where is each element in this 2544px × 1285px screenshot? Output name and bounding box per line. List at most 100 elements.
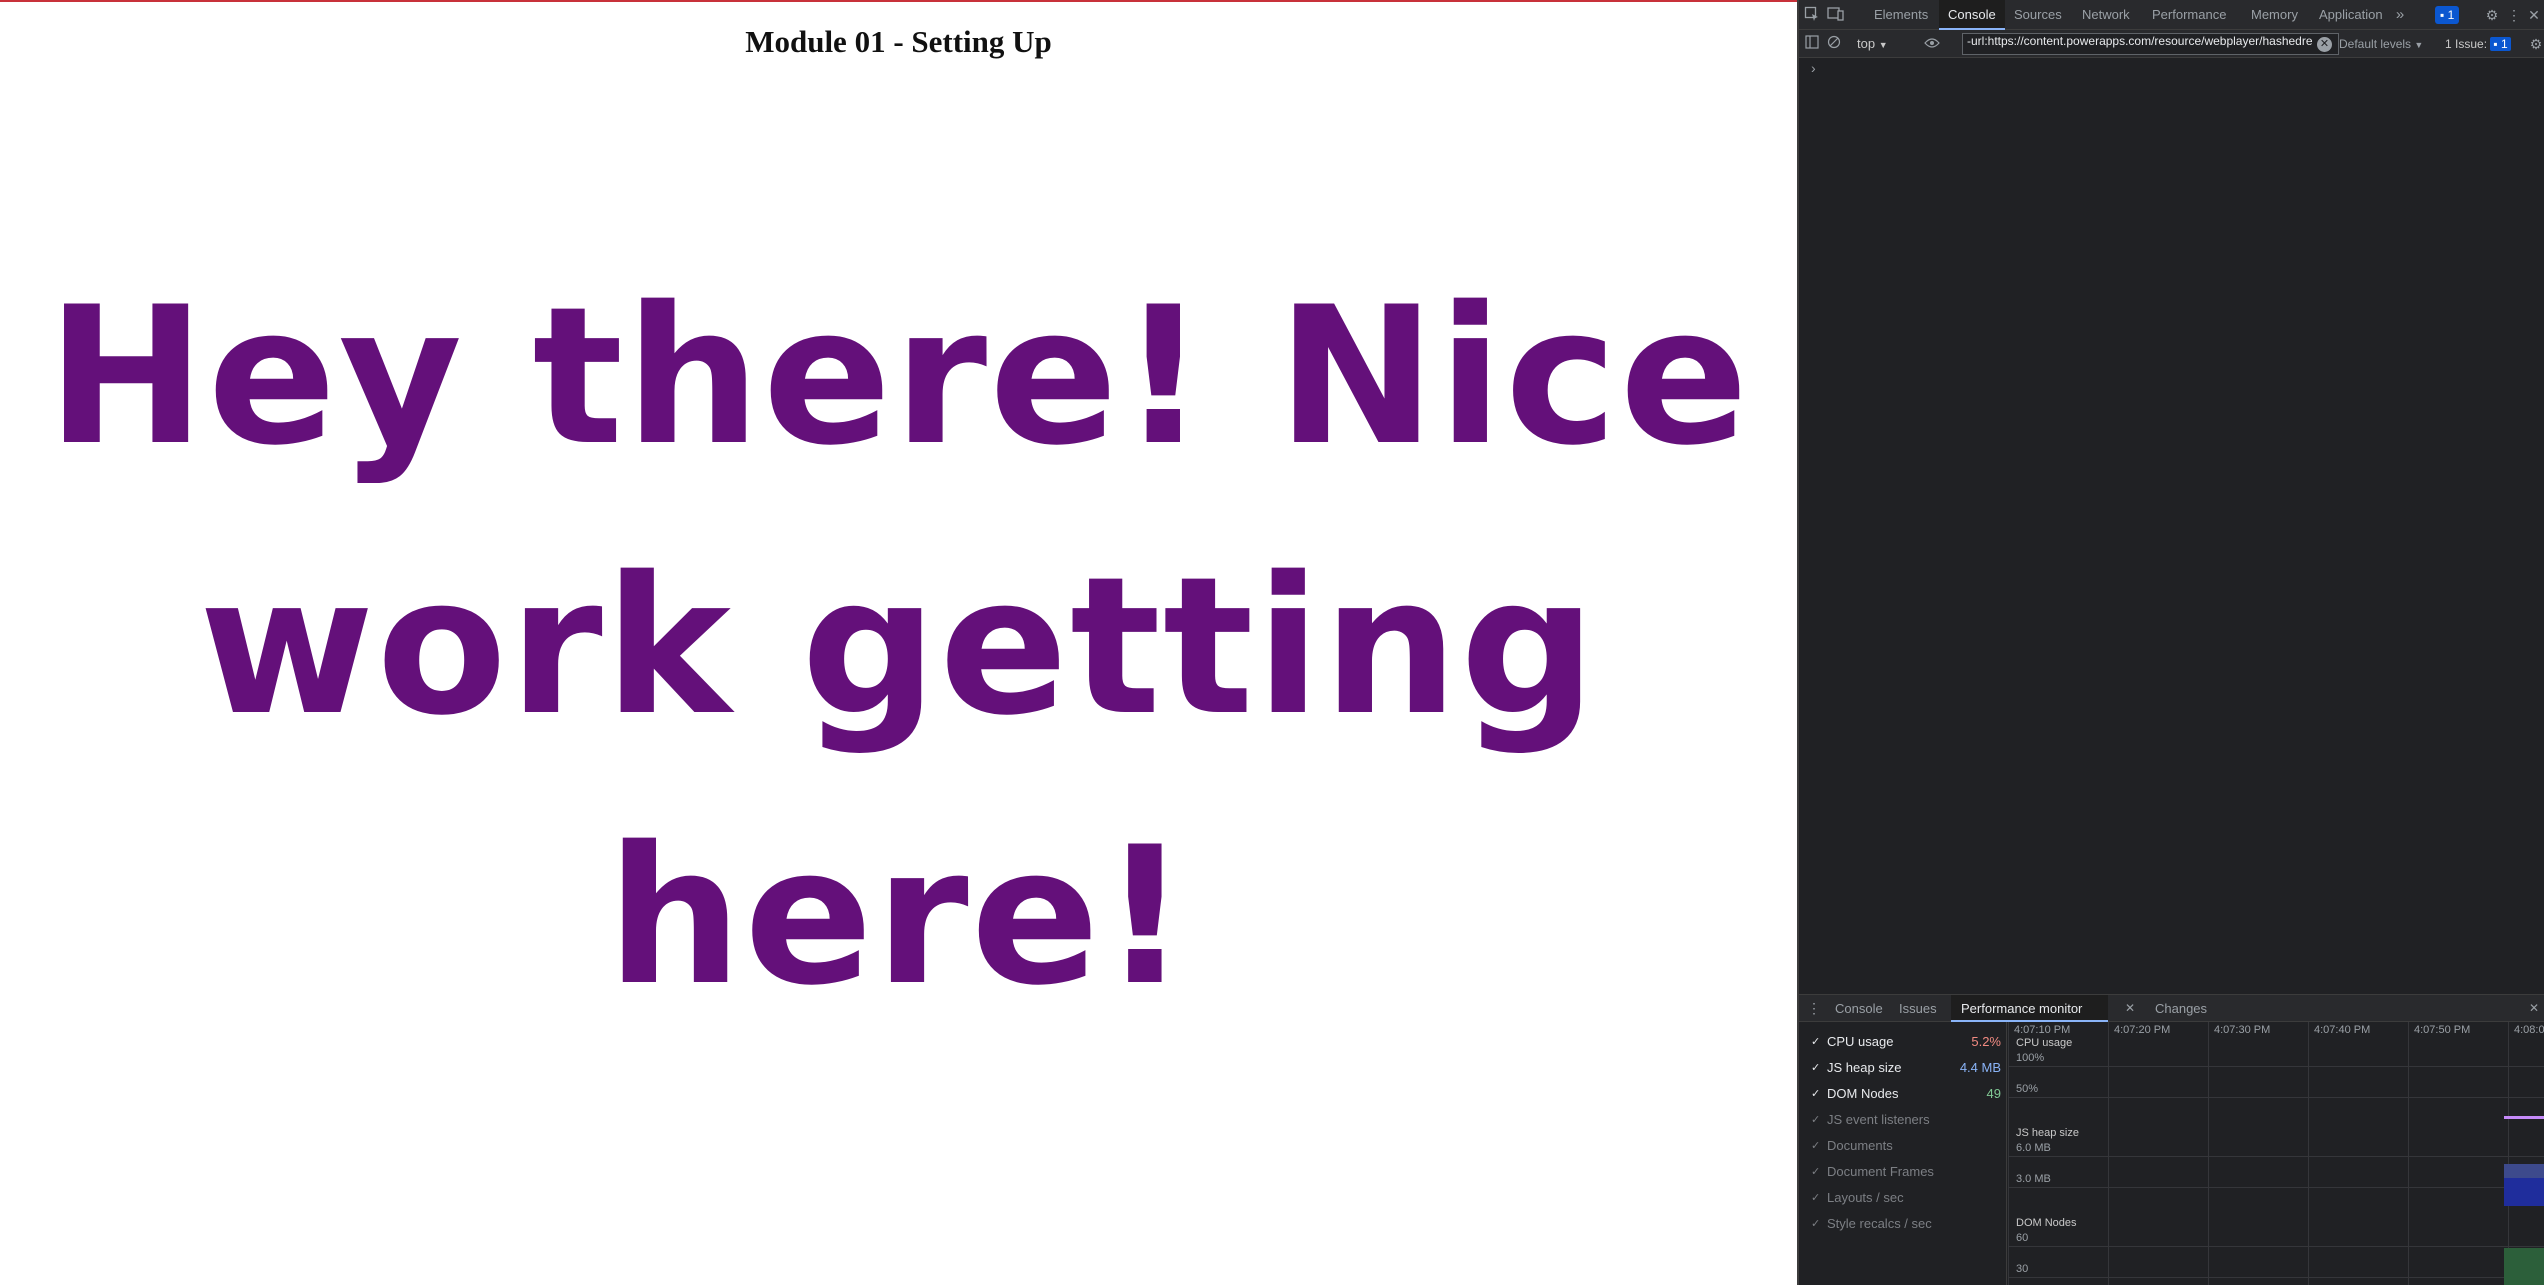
checkmark-icon: ✓	[1811, 1192, 1821, 1204]
metric-layouts-per-sec[interactable]: ✓ Layouts / sec	[1811, 1186, 2001, 1210]
close-icon[interactable]: ✕	[2525, 6, 2543, 24]
checkmark-icon: ✓	[1811, 1062, 1821, 1074]
metric-label: CPU usage	[1827, 1034, 1894, 1049]
tab-elements[interactable]: Elements	[1865, 0, 1937, 30]
close-tab-icon[interactable]: ✕	[2121, 999, 2139, 1017]
issues-counter-badge: ▪ 1	[2490, 37, 2511, 51]
close-drawer-icon[interactable]: ✕	[2525, 999, 2543, 1017]
sidebar-toggle-icon[interactable]	[1803, 35, 1821, 53]
drawer-tab-performance-monitor-label: Performance monitor	[1961, 1001, 2083, 1016]
drawer-tab-bar: ⋮ Console Issues Performance monitor ✕ C…	[1799, 994, 2544, 1022]
log-levels-dropdown[interactable]: Default levels ▼	[2339, 34, 2423, 54]
metric-label: Documents	[1827, 1138, 1893, 1153]
clear-filter-icon[interactable]: ✕	[2317, 37, 2332, 52]
metric-label: Style recalcs / sec	[1827, 1216, 1932, 1231]
device-toolbar-icon[interactable]	[1827, 6, 1845, 24]
drawer-tab-console[interactable]: Console	[1825, 995, 1893, 1022]
chevron-down-icon: ▼	[2414, 40, 2424, 50]
metric-cpu-usage[interactable]: ✓ CPU usage 5.2%	[1811, 1030, 2001, 1054]
inspect-element-icon[interactable]	[1803, 6, 1821, 24]
cpu-tick-label: 50%	[2016, 1083, 2039, 1095]
heap-graph-label: JS heap size	[2016, 1127, 2079, 1139]
grid-line	[2008, 1277, 2544, 1278]
web-page: Module 01 - Setting Up Hey there! Nice w…	[0, 0, 1797, 1285]
metric-js-event-listeners[interactable]: ✓ JS event listeners	[1811, 1108, 2001, 1132]
console-prompt[interactable]: ›	[1811, 60, 1816, 76]
heap-tick-label: 3.0 MB	[2016, 1173, 2051, 1185]
console-settings-gear-icon[interactable]: ⚙	[2527, 35, 2544, 53]
heap-graph-area-used	[2504, 1178, 2544, 1206]
checkmark-icon: ✓	[1811, 1036, 1821, 1048]
grid-line	[2008, 1246, 2544, 1247]
devtools-tab-bar: Elements Console Sources Network Perform…	[1799, 0, 2544, 30]
metrics-graphs: 4:07:10 PM 4:07:20 PM 4:07:30 PM 4:07:40…	[2008, 1022, 2544, 1285]
page-title: Module 01 - Setting Up	[745, 24, 1052, 59]
metrics-list: ✓ CPU usage 5.2% ✓ JS heap size 4.4 MB ✓…	[1799, 1022, 2007, 1285]
dom-tick-label: 60	[2016, 1232, 2029, 1244]
metric-style-recalcs-per-sec[interactable]: ✓ Style recalcs / sec	[1811, 1212, 2001, 1236]
metric-document-frames[interactable]: ✓ Document Frames	[1811, 1160, 2001, 1184]
grid-line	[2008, 1156, 2544, 1157]
checkmark-icon: ✓	[1811, 1088, 1821, 1100]
time-label: 4:07:20 PM	[2114, 1024, 2171, 1036]
chevron-down-icon: ▼	[1878, 40, 1888, 50]
console-filter-input[interactable]: -url:https://content.powerapps.com/resou…	[1962, 33, 2339, 55]
metric-dom-nodes[interactable]: ✓ DOM Nodes 49	[1811, 1082, 2001, 1106]
metric-value: 4.4 MB	[1959, 1060, 2001, 1075]
more-vertical-icon[interactable]: ⋮	[2505, 6, 2523, 24]
issues-counter[interactable]: 1 Issue: ▪ 1	[2445, 34, 2511, 54]
tab-performance[interactable]: Performance	[2143, 0, 2235, 30]
tab-application[interactable]: Application	[2310, 0, 2392, 30]
tab-console[interactable]: Console	[1939, 0, 2005, 30]
metric-label: JS heap size	[1827, 1060, 1902, 1075]
checkmark-icon: ✓	[1811, 1114, 1821, 1126]
context-selector[interactable]: top ▼	[1857, 34, 1888, 54]
cpu-graph-line	[2504, 1116, 2544, 1119]
gear-icon[interactable]: ⚙	[2483, 6, 2501, 24]
checkmark-icon: ✓	[1811, 1166, 1821, 1178]
drawer-tab-performance-monitor[interactable]: Performance monitor	[1951, 995, 2109, 1022]
metric-label: JS event listeners	[1827, 1112, 1930, 1127]
time-label: 4:07:30 PM	[2214, 1024, 2271, 1036]
log-levels-value: Default levels	[2339, 37, 2412, 51]
grid-line	[2008, 1066, 2544, 1067]
greeting-text: Hey there! Nice work getting here!	[20, 242, 1777, 1052]
grid-line	[2008, 1097, 2544, 1098]
metric-value: 49	[1986, 1086, 2001, 1101]
devtools-panel: Elements Console Sources Network Perform…	[1797, 0, 2544, 1285]
time-label: 4:08:0	[2514, 1024, 2544, 1036]
tab-memory[interactable]: Memory	[2242, 0, 2307, 30]
metric-value: 5.2%	[1971, 1034, 2001, 1049]
dom-graph-label: DOM Nodes	[2016, 1217, 2077, 1229]
chevron-double-right-icon[interactable]: »	[2391, 6, 2409, 24]
tab-network[interactable]: Network	[2073, 0, 2139, 30]
time-label: 4:07:40 PM	[2314, 1024, 2371, 1036]
greeting-line-1: Hey there! Nice	[46, 266, 1751, 487]
grid-line	[2008, 1187, 2544, 1188]
heap-tick-label: 6.0 MB	[2016, 1142, 2051, 1154]
issues-badge[interactable]: ▪ 1	[2435, 6, 2460, 24]
dom-tick-label: 30	[2016, 1263, 2029, 1275]
cpu-graph-label: CPU usage	[2016, 1037, 2073, 1049]
metric-documents[interactable]: ✓ Documents	[1811, 1134, 2001, 1158]
issues-counter-count: 1	[2500, 37, 2508, 51]
clear-console-icon[interactable]	[1825, 35, 1843, 53]
time-label: 4:07:50 PM	[2414, 1024, 2471, 1036]
tab-sources[interactable]: Sources	[2005, 0, 2071, 30]
metric-label: DOM Nodes	[1827, 1086, 1899, 1101]
eye-icon[interactable]	[1923, 35, 1941, 53]
metric-label: Layouts / sec	[1827, 1190, 1904, 1205]
drawer-menu-icon[interactable]: ⋮	[1805, 999, 1823, 1017]
checkmark-icon: ✓	[1811, 1218, 1821, 1230]
greeting-line-2: work getting here!	[198, 536, 1599, 1027]
heap-graph-area-total	[2504, 1164, 2544, 1178]
cpu-tick-label: 100%	[2016, 1052, 2045, 1064]
metric-label: Document Frames	[1827, 1164, 1934, 1179]
metric-js-heap-size[interactable]: ✓ JS heap size 4.4 MB	[1811, 1056, 2001, 1080]
checkmark-icon: ✓	[1811, 1140, 1821, 1152]
console-output[interactable]: ›	[1799, 58, 2544, 994]
dom-graph-area	[2504, 1248, 2544, 1285]
performance-monitor: ✓ CPU usage 5.2% ✓ JS heap size 4.4 MB ✓…	[1799, 1022, 2544, 1285]
drawer-tab-issues[interactable]: Issues	[1889, 995, 1947, 1022]
drawer-tab-changes[interactable]: Changes	[2145, 995, 2217, 1022]
